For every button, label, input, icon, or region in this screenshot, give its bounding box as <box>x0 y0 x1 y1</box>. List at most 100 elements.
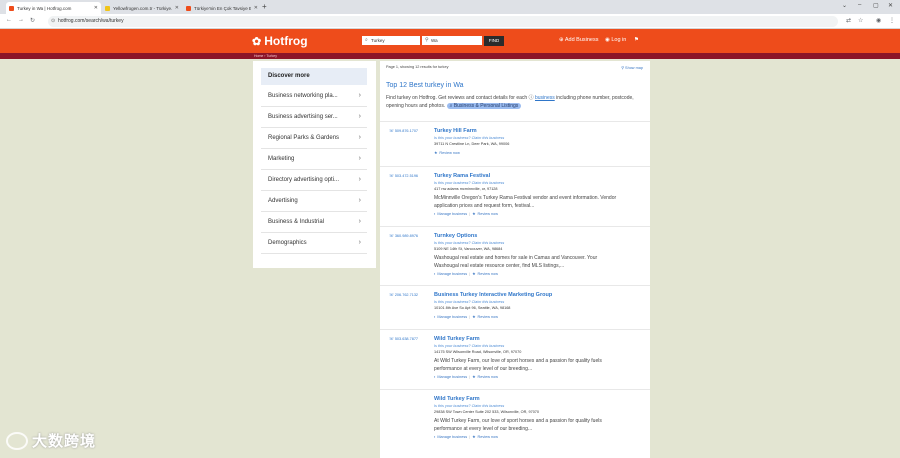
claim-business-link[interactable]: Is this your business? Claim this busine… <box>434 241 504 245</box>
claim-business-link[interactable]: Is this your business? Claim this busine… <box>434 181 504 185</box>
maximize-icon[interactable]: ▢ <box>873 2 879 9</box>
site-info-icon[interactable]: ⊙ <box>51 16 55 27</box>
sidebar-item-regional-parks[interactable]: Regional Parks & Gardens › <box>261 128 367 149</box>
chevron-right-icon: › <box>358 239 361 246</box>
search-what-input[interactable]: ⌕ Turkey <box>362 36 420 45</box>
minimize-icon[interactable]: – <box>858 2 861 8</box>
result-item: ☏ 509.876.1707 Turkey Hill Farm Is this yo… <box>380 121 650 166</box>
menu-icon[interactable]: ⋮ <box>889 17 895 24</box>
phone-link[interactable]: ☏ 509.876.1707 <box>389 128 418 133</box>
divider: | <box>469 212 471 216</box>
business-description: performance at every level of our breedi… <box>434 366 533 372</box>
close-icon[interactable]: ✕ <box>94 5 98 11</box>
browser-tab-0[interactable]: Turkey in Wa | Hotfrog.com ✕ <box>6 2 101 14</box>
discover-more-panel: Discover more Business networking pla...… <box>253 61 376 268</box>
divider: | <box>469 435 471 439</box>
breadcrumb[interactable]: Home › Turkey <box>254 53 277 59</box>
review-now-label: Review now <box>477 375 499 379</box>
tab-search-icon[interactable]: ⌄ <box>842 2 847 9</box>
search-icon: ⌕ <box>365 37 368 43</box>
sidebar-item-demographics[interactable]: Demographics › <box>261 233 367 254</box>
flag-icon[interactable]: ⚑ <box>634 37 639 43</box>
yellowfrog-favicon-icon <box>105 5 110 11</box>
sidebar-item-label: Business advertising ser... <box>268 114 338 120</box>
business-name-link[interactable]: Turnkey Options <box>434 233 477 239</box>
claim-business-link[interactable]: Is this your business? Claim this busine… <box>434 404 504 408</box>
hotfrog-logo[interactable]: ✿ Hotfrog <box>252 34 308 48</box>
business-link[interactable]: business <box>535 95 555 101</box>
chat-icon: ▪ <box>434 315 436 319</box>
manage-business-label: Manage business <box>437 315 468 319</box>
browser-tab-1[interactable]: Yellowfrogen.com.tr - Türkiye... ✕ <box>102 2 182 14</box>
review-now-link[interactable]: ★ Review now <box>472 375 498 379</box>
close-icon[interactable]: ✕ <box>175 5 179 11</box>
sidebar-item-business-industrial[interactable]: Business & Industrial › <box>261 212 367 233</box>
browser-tab-2[interactable]: Türkiye'nin En Çok Tavsiye Ed... ✕ <box>183 2 261 14</box>
claim-business-link[interactable]: Is this your business? Claim this busine… <box>434 136 504 140</box>
breadcrumb-bar: Home › Turkey <box>0 53 900 59</box>
manage-business-link[interactable]: ▪ Manage business <box>434 272 467 276</box>
business-name-link[interactable]: Business Turkey Interactive Marketing Gr… <box>434 292 552 298</box>
page-title: Top 12 Best turkey in Wa <box>386 82 464 89</box>
chat-icon: ▪ <box>434 272 436 276</box>
claim-business-link[interactable]: Is this your business? Claim this busine… <box>434 300 504 304</box>
address-bar: ← → ↻ ⊙ hotfrog.com/search/wa/turkey ⇄ ☆… <box>0 14 900 29</box>
review-now-link[interactable]: ★ Review now <box>472 272 498 276</box>
sidebar-item-advertising[interactable]: Advertising › <box>261 191 367 212</box>
search-where-input[interactable]: ⚲ Wa <box>422 36 482 45</box>
business-description: McMinnville Oregon's Turkey Rama Festiva… <box>434 195 617 201</box>
manage-business-link[interactable]: ▪ Manage business <box>434 212 467 216</box>
url-input[interactable]: ⊙ hotfrog.com/search/wa/turkey <box>48 16 838 27</box>
chevron-right-icon: › <box>358 197 361 204</box>
manage-business-link[interactable]: ▪ Manage business <box>434 435 467 439</box>
sidebar-item-directory-advertising[interactable]: Directory advertising opti... › <box>261 170 367 191</box>
sidebar-item-label: Business networking pla... <box>268 93 338 99</box>
review-now-link[interactable]: ★ Review now <box>434 151 460 155</box>
business-name-link[interactable]: Turkey Rama Festival <box>434 173 490 179</box>
show-map-label: Show map <box>625 66 643 70</box>
phone-link[interactable]: ☏ 360.989.8976 <box>389 233 418 238</box>
category-pill[interactable]: ⌕ Business & Personal Listings <box>446 103 522 109</box>
business-address: 5109 NE 14th St, Vancouver, WA, 98684 <box>434 247 503 251</box>
find-button[interactable]: FIND <box>484 36 504 46</box>
back-icon[interactable]: ← <box>6 17 12 23</box>
bookmark-star-icon[interactable]: ☆ <box>858 17 863 24</box>
show-map-link[interactable]: ⚲ Show map <box>621 65 643 70</box>
close-icon[interactable]: ✕ <box>254 5 258 11</box>
phone-link[interactable]: ☏ 206.762.7132 <box>389 292 418 297</box>
divider: | <box>469 315 471 319</box>
sidebar-item-marketing[interactable]: Marketing › <box>261 149 367 170</box>
profile-icon[interactable]: ◉ <box>876 17 881 24</box>
new-tab-button[interactable]: + <box>262 2 267 12</box>
review-now-label: Review now <box>477 212 499 216</box>
claim-business-link[interactable]: Is this your business? Claim this busine… <box>434 344 504 348</box>
review-now-link[interactable]: ★ Review now <box>472 435 498 439</box>
star-icon: ★ <box>472 315 476 319</box>
business-name-link[interactable]: Wild Turkey Farm <box>434 396 480 402</box>
phone-link[interactable]: ☏ 503.472.5196 <box>389 173 418 178</box>
frog-logo-icon: ✿ <box>252 35 262 48</box>
review-now-link[interactable]: ★ Review now <box>472 212 498 216</box>
close-window-icon[interactable]: ✕ <box>888 2 893 9</box>
sidebar-item-business-advertising[interactable]: Business advertising ser... › <box>261 107 367 128</box>
add-business-link[interactable]: ⊕ Add Business <box>559 37 598 43</box>
sidebar-item-business-networking[interactable]: Business networking pla... › <box>261 86 367 107</box>
business-name-link[interactable]: Wild Turkey Farm <box>434 336 480 342</box>
phone-link[interactable]: ☏ 503.638.7877 <box>389 336 418 341</box>
chevron-right-icon: › <box>358 113 361 120</box>
result-item: Wild Turkey Farm Is this your business? C… <box>380 389 650 458</box>
manage-business-link[interactable]: ▪ Manage business <box>434 375 467 379</box>
reload-icon[interactable]: ↻ <box>30 17 35 24</box>
login-link[interactable]: ◉ Log in <box>605 37 626 43</box>
forward-icon[interactable]: → <box>18 17 24 23</box>
review-now-link[interactable]: ★ Review now <box>472 315 498 319</box>
watermark-text: 大数跨境 <box>32 433 97 450</box>
translate-icon[interactable]: ⇄ <box>846 17 851 24</box>
tab-title: Türkiye'nin En Çok Tavsiye Ed... <box>194 5 251 11</box>
hotfrog-favicon-icon <box>9 5 14 11</box>
business-name-link[interactable]: Turkey Hill Farm <box>434 128 477 134</box>
manage-business-link[interactable]: ▪ Manage business <box>434 315 467 319</box>
chat-icon: ▪ <box>434 435 436 439</box>
review-now-label: Review now <box>439 151 460 155</box>
chat-icon: ▪ <box>434 212 436 216</box>
